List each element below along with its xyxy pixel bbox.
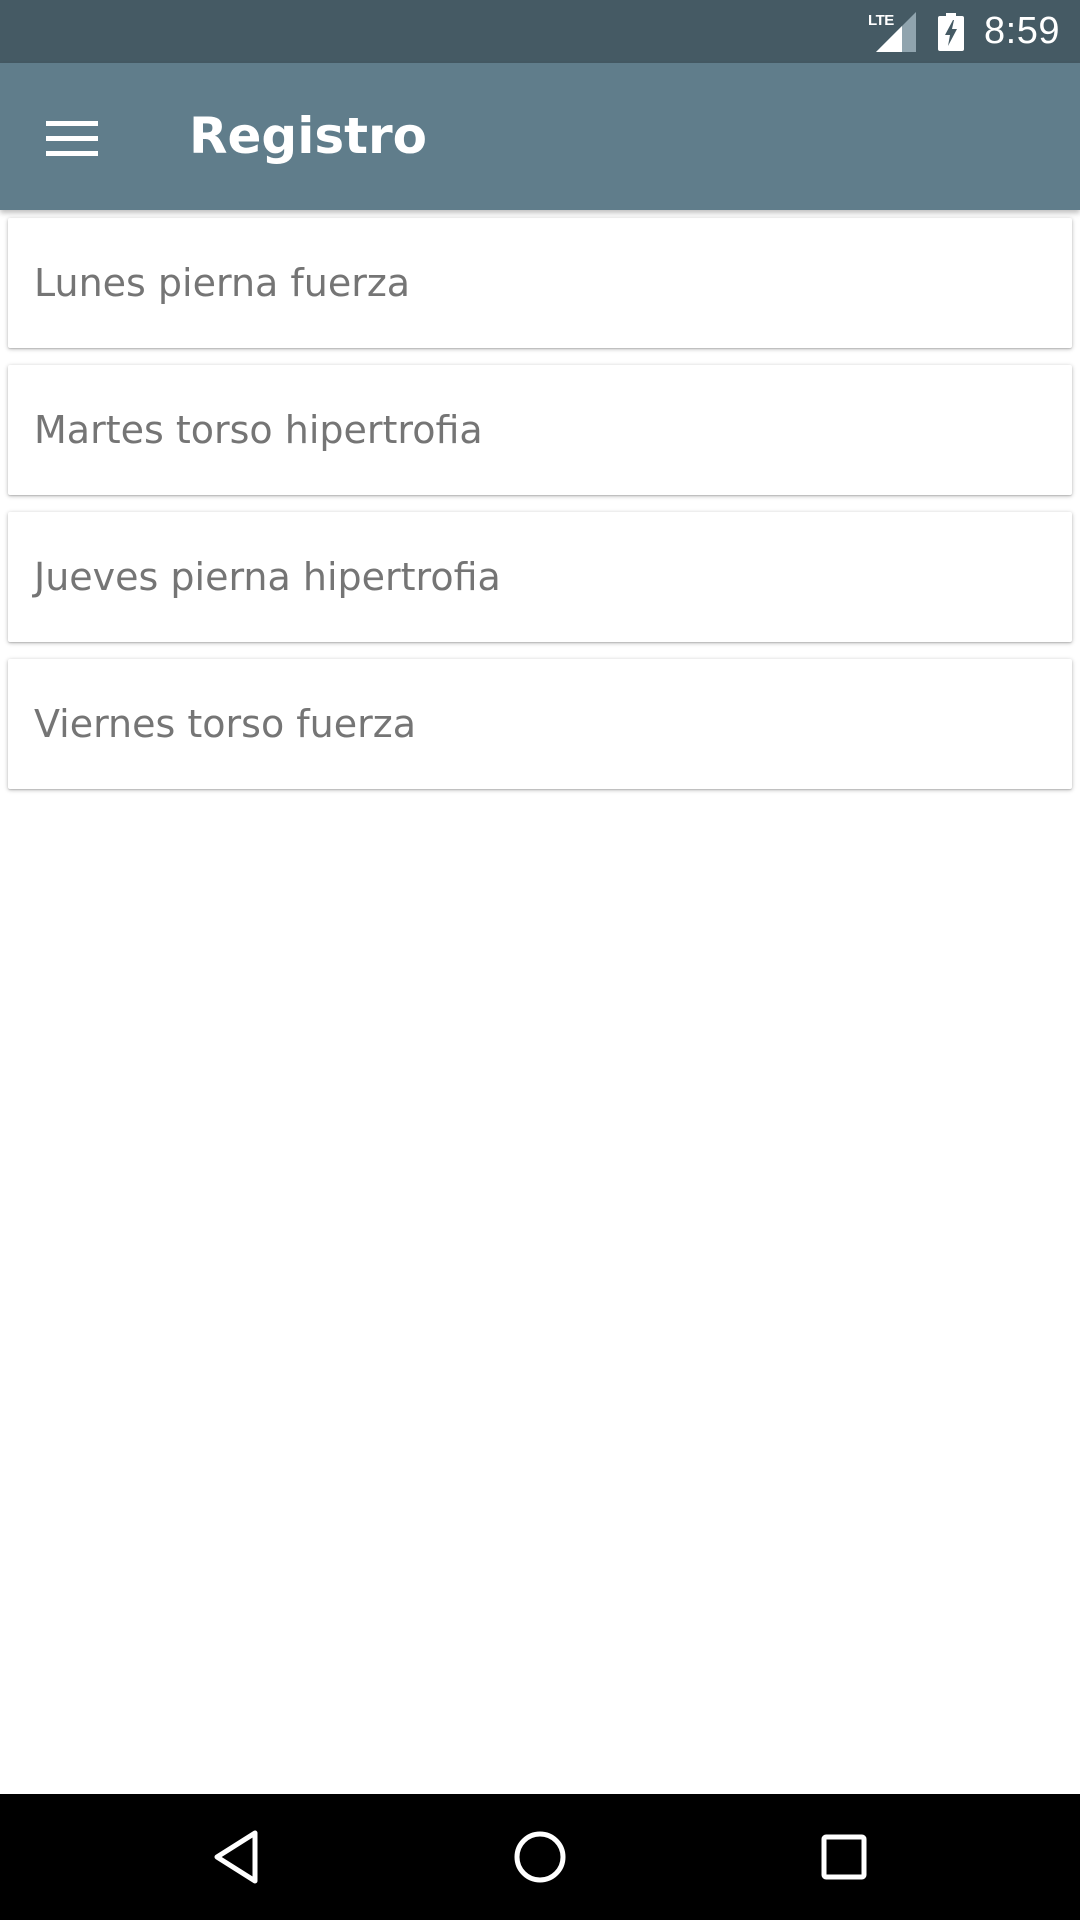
app-bar: Registro — [0, 63, 1080, 210]
list-item[interactable]: Viernes torso fuerza — [8, 659, 1072, 789]
menu-button[interactable] — [30, 96, 114, 180]
list-item[interactable]: Martes torso hipertrofia — [8, 365, 1072, 495]
status-bar: LTE 8:59 — [0, 0, 1080, 63]
page-title: Registro — [189, 107, 428, 165]
list-item-label: Jueves pierna hipertrofia — [34, 555, 501, 599]
home-button[interactable] — [500, 1817, 580, 1897]
list-item-label: Lunes pierna fuerza — [34, 261, 411, 305]
signal-indicator: LTE — [868, 11, 917, 52]
navigation-bar — [0, 1794, 1080, 1920]
status-icons: LTE 8:59 — [868, 0, 1060, 63]
back-button[interactable] — [196, 1817, 276, 1897]
recents-button[interactable] — [804, 1817, 884, 1897]
list-item[interactable]: Lunes pierna fuerza — [8, 218, 1072, 348]
list-item-label: Martes torso hipertrofia — [34, 408, 483, 452]
recents-icon — [821, 1834, 867, 1880]
battery-charging-icon — [938, 12, 965, 51]
home-icon — [514, 1831, 566, 1883]
menu-icon — [46, 121, 98, 156]
screen: LTE 8:59 Registro Lunes pierna fuerza Ma… — [0, 0, 1080, 1920]
list-item-label: Viernes torso fuerza — [34, 702, 416, 746]
routine-list: Lunes pierna fuerza Martes torso hipertr… — [8, 218, 1072, 806]
list-item[interactable]: Jueves pierna hipertrofia — [8, 512, 1072, 642]
signal-icon — [876, 11, 917, 52]
back-icon — [214, 1830, 258, 1884]
clock: 8:59 — [984, 10, 1060, 52]
